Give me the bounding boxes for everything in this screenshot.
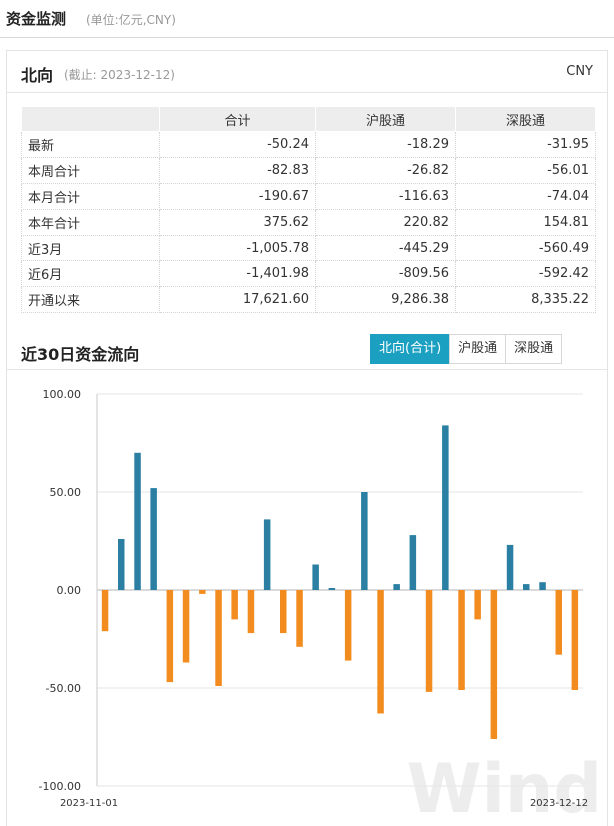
cell-sz: -74.04 [455,183,596,210]
row-label: 本周合计 [21,157,160,184]
bar [425,590,433,692]
northbound-title: 北向 [21,66,54,85]
northbound-header: 北向 (截止: 2023-12-12) CNY [7,51,607,93]
cell-sz: -31.95 [455,131,596,158]
y-tick-label: 0.00 [57,584,82,597]
cell-sz: 8,335.22 [455,286,596,314]
bar [231,590,238,620]
cell-sz: -560.49 [455,235,596,262]
bar [280,590,287,634]
cell-total: -1,005.78 [159,235,316,262]
cell-sz: -592.42 [455,260,596,288]
watermark-logo: Wind [407,750,602,826]
table-row: 本年合计 375.62 220.82 154.81 [21,209,596,236]
cell-sh: -809.56 [315,260,456,288]
bar [328,588,336,590]
bar [506,544,514,590]
flow-bar-chart: Wind 100.00 50.00 0.00 -50.00 -100.00 2023-11-… [39,388,602,826]
table-row: 开通以来 17,621.60 9,286.38 8,335.22 [21,286,596,314]
tab-northbound-total[interactable]: 北向(合计) [370,334,451,364]
bar [182,590,190,663]
x-tick-label-start: 2023-11-01 [60,798,118,809]
table-row: 近3月 -1,005.78 -445.29 -560.49 [21,235,596,262]
cell-sh: -26.82 [315,157,456,184]
y-tick-label: 100.00 [43,388,82,401]
cell-total: 17,621.60 [159,286,316,314]
row-label: 开通以来 [21,286,160,314]
tab-shenzhen-connect[interactable]: 深股通 [505,334,563,364]
cell-total: -190.67 [159,183,316,210]
row-label: 近3月 [21,235,160,262]
cell-total: 375.62 [159,209,316,236]
row-label: 本年合计 [21,209,160,236]
bar [393,584,400,590]
bar [555,590,562,655]
y-tick-label: -100.00 [39,780,81,793]
currency-label: CNY [566,64,593,79]
unit-label: (单位:亿元,CNY) [86,13,176,27]
bar [296,590,303,647]
bar [442,425,449,590]
cell-sh: -18.29 [315,131,456,158]
bar [377,590,384,714]
y-tick-label: 50.00 [50,486,82,499]
bar [166,590,174,683]
table-row: 本月合计 -190.67 -116.63 -74.04 [21,183,596,210]
bar [101,590,109,632]
bar [118,539,125,590]
bar [474,590,481,620]
bar [490,590,498,739]
table-header-blank [21,106,160,132]
cell-sh: -445.29 [315,235,456,262]
bar [523,584,530,590]
table-header-sh: 沪股通 [315,106,456,132]
bar [215,590,222,686]
table-header-sz: 深股通 [455,106,596,132]
bar [539,582,546,590]
flow-summary-table: 合计 沪股通 深股通 最新 -50.24 -18.29 -31.95 本周合计 -82.… [21,106,596,314]
x-tick-label-end: 2023-12-12 [530,798,588,809]
bar [263,519,271,590]
cell-total: -1,401.98 [159,260,316,288]
cell-sh: 9,286.38 [315,286,456,314]
bar [361,492,368,590]
y-tick-label: -50.00 [46,682,81,695]
northbound-card: 北向 (截止: 2023-12-12) CNY 合计 沪股通 深股通 最新 -50… [6,50,608,826]
bar [571,590,579,690]
row-label: 近6月 [21,260,160,288]
table-header-row: 合计 沪股通 深股通 [21,106,596,132]
cell-total: -50.24 [159,131,316,158]
table-row: 本周合计 -82.83 -26.82 -56.01 [21,157,596,184]
row-label: 最新 [21,131,160,158]
flow-tabs: 北向(合计) 沪股通 深股通 [370,334,563,364]
as-of-date: (截止: 2023-12-12) [64,68,175,82]
table-header-total: 合计 [159,106,316,132]
bar [150,488,157,590]
table-row: 近6月 -1,401.98 -809.56 -592.42 [21,260,596,288]
page-title: 资金监测 [6,10,67,28]
bar [134,452,141,590]
top-header: 资金监测 (单位:亿元,CNY) [0,0,614,38]
bar [344,590,352,661]
flow-chart-title: 近30日资金流向 [21,345,140,364]
cell-total: -82.83 [159,157,316,184]
tab-shanghai-connect[interactable]: 沪股通 [449,334,507,364]
table-row: 最新 -50.24 -18.29 -31.95 [21,131,596,158]
bar [409,535,417,590]
cell-sz: -56.01 [455,157,596,184]
bar [312,564,319,590]
bar [199,590,206,594]
cell-sh: 220.82 [315,209,456,236]
row-label: 本月合计 [21,183,160,210]
bar [247,590,255,634]
flow-chart-area: Wind 100.00 50.00 0.00 -50.00 -100.00 2023-11-… [7,369,607,826]
cell-sh: -116.63 [315,183,456,210]
bar [458,590,465,690]
cell-sz: 154.81 [455,209,596,236]
